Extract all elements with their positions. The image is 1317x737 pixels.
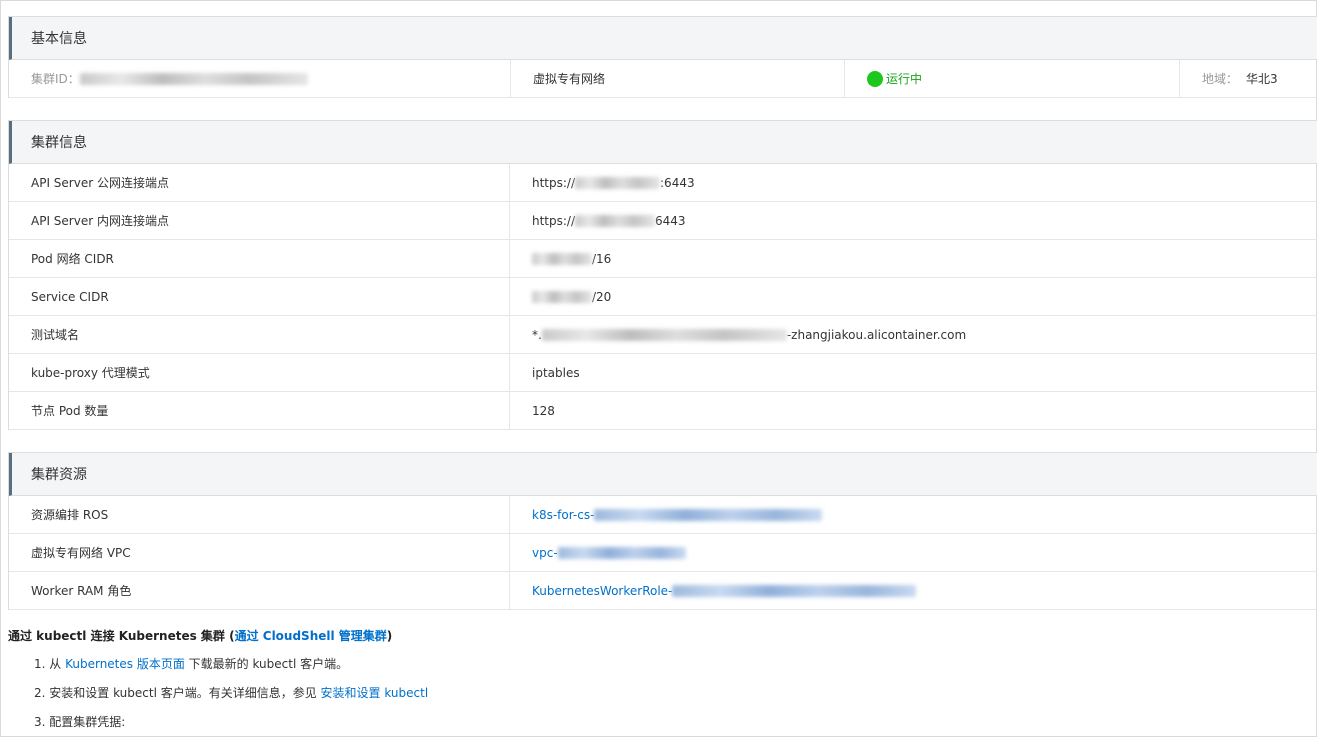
endpoint-port: 6443 bbox=[655, 213, 686, 228]
resource-value: KubernetesWorkerRole- bbox=[510, 572, 1317, 609]
ram-role-id-redacted bbox=[672, 585, 917, 597]
info-row-pod-cidr: Pod 网络 CIDR /16 bbox=[9, 240, 1317, 278]
ram-role-link-prefix: KubernetesWorkerRole- bbox=[532, 583, 673, 598]
cluster-id-label: 集群ID： bbox=[31, 72, 80, 86]
step1-suffix: 下载最新的 kubectl 客户端。 bbox=[184, 657, 349, 671]
cluster-info-header: 集群信息 bbox=[9, 121, 1317, 164]
cidr-suffix: /16 bbox=[592, 251, 612, 266]
network-type: 虚拟专有网络 bbox=[533, 72, 606, 86]
install-kubectl-link[interactable]: 安装和设置 kubectl bbox=[321, 686, 429, 700]
guide-title-close: ) bbox=[386, 629, 393, 643]
public-ip-redacted bbox=[575, 176, 661, 189]
info-value: *. -zhangjiakou.alicontainer.com bbox=[510, 316, 1317, 353]
info-row-node-pod-count: 节点 Pod 数量 128 bbox=[9, 392, 1317, 430]
info-value: iptables bbox=[532, 365, 580, 380]
service-cidr-redacted bbox=[532, 290, 592, 303]
info-row-service-cidr: Service CIDR /20 bbox=[9, 278, 1317, 316]
endpoint-prefix: https:// bbox=[532, 175, 576, 190]
info-row-internal-endpoint: API Server 内网连接端点 https:// 6443 bbox=[9, 202, 1317, 240]
info-value: /16 bbox=[510, 240, 1317, 277]
region-cell: 地域： 华北3 bbox=[1180, 60, 1317, 97]
status-running-icon bbox=[867, 70, 883, 87]
ram-role-link[interactable]: KubernetesWorkerRole- bbox=[532, 583, 917, 598]
info-label: API Server 内网连接端点 bbox=[9, 202, 510, 239]
info-label: 测试域名 bbox=[9, 316, 510, 353]
kubectl-guide: 通过 kubectl 连接 Kubernetes 集群 (通过 CloudShe… bbox=[8, 627, 1308, 729]
info-value: 128 bbox=[532, 403, 555, 418]
vpc-link[interactable]: vpc- bbox=[532, 546, 686, 560]
info-value: https:// :6443 bbox=[510, 164, 1317, 201]
step2-text: 2. 安装和设置 kubectl 客户端。有关详细信息，参见 bbox=[34, 686, 321, 700]
domain-prefix: *. bbox=[532, 327, 542, 342]
step1-text: 1. 从 bbox=[34, 657, 66, 671]
ros-id-redacted bbox=[594, 509, 823, 521]
info-value: https:// 6443 bbox=[510, 202, 1317, 239]
info-label: API Server 公网连接端点 bbox=[9, 164, 510, 201]
resource-label: 虚拟专有网络 VPC bbox=[9, 534, 510, 571]
region-value: 华北3 bbox=[1246, 72, 1278, 86]
endpoint-port: :6443 bbox=[660, 175, 695, 190]
domain-redacted bbox=[541, 328, 787, 341]
pod-cidr-redacted bbox=[532, 252, 592, 265]
cluster-resources-panel: 集群资源 资源编排 ROS k8s-for-cs- 虚拟专有网络 VPC vpc… bbox=[8, 452, 1317, 610]
info-row-test-domain: 测试域名 *. -zhangjiakou.alicontainer.com bbox=[9, 316, 1317, 354]
info-row-kube-proxy: kube-proxy 代理模式 iptables bbox=[9, 354, 1317, 392]
endpoint-prefix: https:// bbox=[532, 213, 576, 228]
internal-ip-redacted bbox=[575, 214, 656, 227]
resource-row-vpc: 虚拟专有网络 VPC vpc- bbox=[9, 534, 1317, 572]
resource-label: Worker RAM 角色 bbox=[9, 572, 510, 609]
cloudshell-link[interactable]: 通过 CloudShell 管理集群 bbox=[235, 629, 387, 643]
cluster-id-cell: 集群ID： bbox=[9, 60, 511, 97]
resource-value: k8s-for-cs- bbox=[510, 496, 1317, 533]
info-label: Pod 网络 CIDR bbox=[9, 240, 510, 277]
guide-step-1: 1. 从 Kubernetes 版本页面 下载最新的 kubectl 客户端。 bbox=[34, 655, 348, 672]
cluster-resources-header: 集群资源 bbox=[9, 453, 1317, 496]
network-type-cell: 虚拟专有网络 bbox=[511, 60, 845, 97]
guide-title: 通过 kubectl 连接 Kubernetes 集群 (通过 CloudShe… bbox=[8, 627, 1308, 645]
info-label: Service CIDR bbox=[9, 278, 510, 315]
info-label: 节点 Pod 数量 bbox=[9, 392, 510, 429]
resource-value: vpc- bbox=[510, 534, 1317, 571]
cluster-id-value-redacted bbox=[79, 72, 308, 85]
vpc-link-prefix: vpc- bbox=[532, 545, 558, 560]
ros-stack-link[interactable]: k8s-for-cs- bbox=[532, 507, 823, 522]
resource-row-ros: 资源编排 ROS k8s-for-cs- bbox=[9, 496, 1317, 534]
basic-info-header: 基本信息 bbox=[9, 17, 1317, 60]
resource-row-ram-role: Worker RAM 角色 KubernetesWorkerRole- bbox=[9, 572, 1317, 610]
info-label: kube-proxy 代理模式 bbox=[9, 354, 510, 391]
vpc-id-redacted bbox=[557, 547, 686, 559]
kubernetes-versions-link[interactable]: Kubernetes 版本页面 bbox=[65, 657, 185, 671]
info-value: /20 bbox=[510, 278, 1317, 315]
domain-suffix: -zhangjiakou.alicontainer.com bbox=[786, 327, 967, 342]
basic-info-panel: 基本信息 集群ID： 虚拟专有网络 运行中 地域： 华北3 bbox=[8, 16, 1317, 98]
region-label: 地域： bbox=[1202, 72, 1239, 86]
ros-link-prefix: k8s-for-cs- bbox=[532, 507, 595, 522]
guide-title-text: 通过 kubectl 连接 Kubernetes 集群 ( bbox=[8, 629, 235, 643]
status-cell: 运行中 bbox=[845, 60, 1180, 97]
guide-step-2: 2. 安装和设置 kubectl 客户端。有关详细信息，参见 安装和设置 kub… bbox=[34, 684, 428, 701]
info-row-public-endpoint: API Server 公网连接端点 https:// :6443 bbox=[9, 164, 1317, 202]
cidr-suffix: /20 bbox=[592, 289, 612, 304]
basic-info-row: 集群ID： 虚拟专有网络 运行中 地域： 华北3 bbox=[9, 60, 1317, 98]
resource-label: 资源编排 ROS bbox=[9, 496, 510, 533]
cluster-info-panel: 集群信息 API Server 公网连接端点 https:// :6443 AP… bbox=[8, 120, 1317, 430]
guide-step-3: 3. 配置集群凭据: bbox=[34, 715, 126, 729]
status-text: 运行中 bbox=[886, 72, 923, 86]
